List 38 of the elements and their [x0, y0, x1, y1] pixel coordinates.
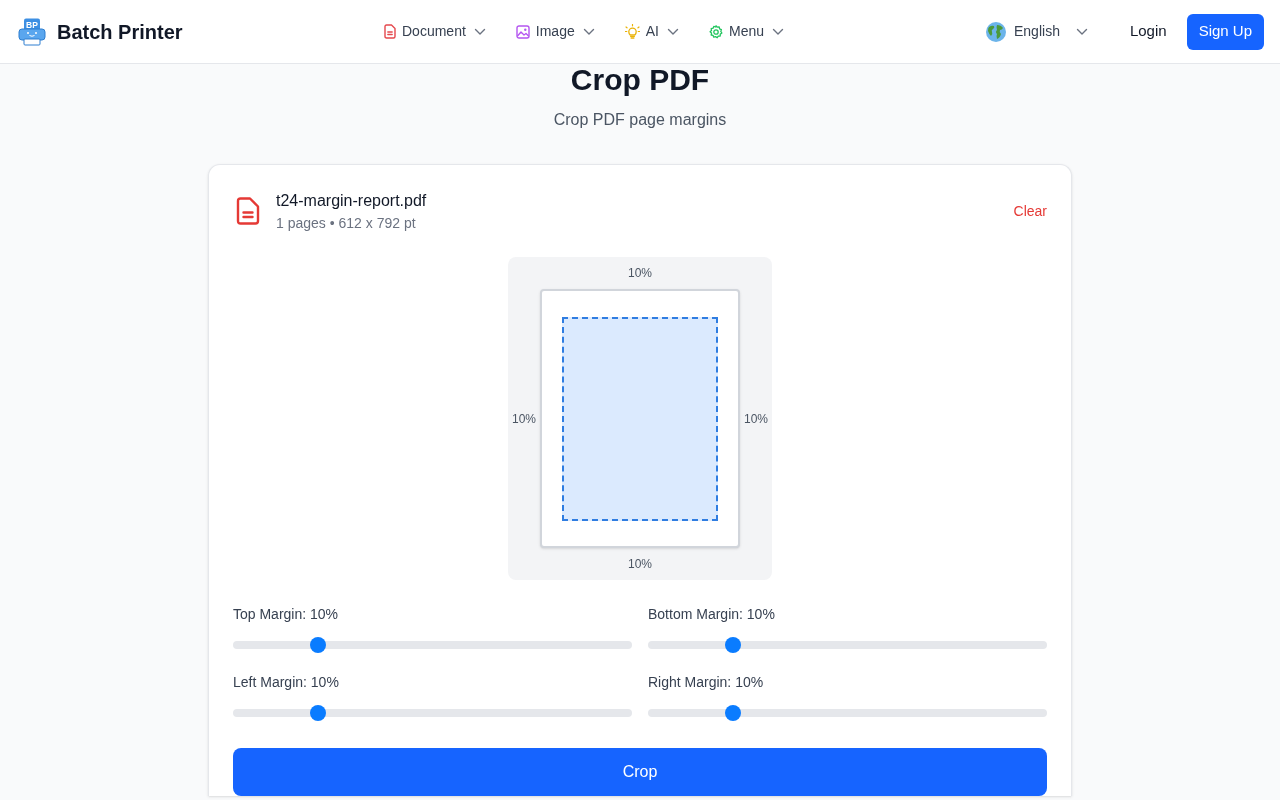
slider-thumb[interactable]	[309, 705, 326, 721]
margin-label: 10%	[628, 556, 652, 573]
globe-icon	[986, 21, 1006, 42]
nav-dropdown[interactable]: Menu	[700, 15, 792, 48]
signup-button[interactable]: Sign Up	[1186, 13, 1264, 50]
document-icon	[384, 24, 396, 39]
chevron-down-icon	[772, 27, 784, 36]
slider-label: Right Margin: 10%	[648, 673, 765, 692]
nav-dropdown[interactable]: Document	[376, 15, 494, 48]
margin-label: 10%	[512, 410, 536, 428]
language-selector[interactable]: English	[986, 15, 1088, 48]
crop-button[interactable]: Crop	[233, 748, 1047, 796]
margin-label: 10%	[744, 410, 768, 428]
pdf-file-icon	[236, 197, 260, 225]
slider-label: Top Margin: 10%	[233, 605, 340, 624]
page-title: Crop PDF	[570, 64, 710, 98]
printer-logo: BP	[18, 17, 46, 46]
slider-thumb[interactable]	[309, 637, 326, 653]
lightbulb-icon	[624, 24, 640, 39]
file-info: 1 pages • 612 x 792 pt	[276, 214, 417, 233]
gear-icon	[708, 24, 723, 39]
margin-label: 10%	[628, 265, 652, 282]
login-link[interactable]: Login	[1129, 20, 1167, 43]
file-name: t24-margin-report.pdf	[276, 191, 427, 211]
page-subtitle: Crop PDF page margins	[553, 110, 727, 130]
slider-thumb[interactable]	[724, 637, 741, 653]
slider-thumb[interactable]	[724, 705, 741, 721]
logo-text: Batch Printer	[57, 19, 183, 45]
chevron-down-icon	[473, 27, 486, 36]
chevron-down-icon	[582, 27, 595, 36]
chevron-down-icon	[1075, 27, 1088, 36]
nav-dropdown[interactable]: AI	[616, 15, 687, 48]
slider-label: Left Margin: 10%	[233, 673, 340, 692]
slider-label: Bottom Margin: 10%	[648, 605, 776, 624]
image-icon	[515, 24, 530, 39]
nav-dropdown[interactable]: Image	[507, 15, 603, 48]
chevron-down-icon	[666, 27, 679, 36]
clear-link[interactable]: Clear	[1013, 200, 1047, 222]
